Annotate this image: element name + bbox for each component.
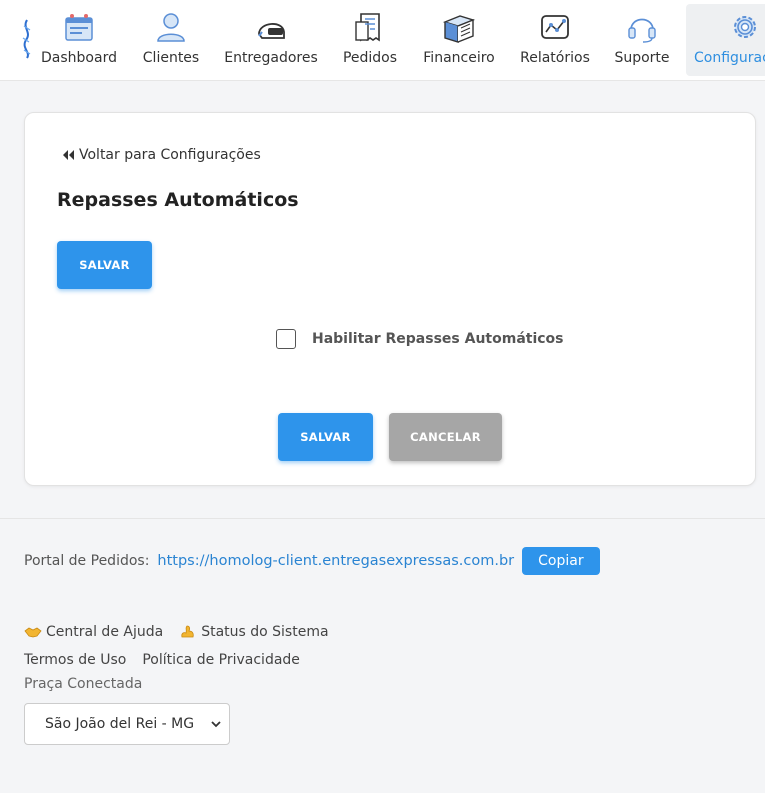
flexed-biceps-icon (181, 625, 194, 638)
double-chevron-left-icon (63, 150, 74, 160)
copy-url-button[interactable]: Copiar (522, 547, 600, 575)
order-portal-row: Portal de Pedidos: https://homolog-clien… (24, 547, 600, 575)
nav-relatorios[interactable]: Relatórios (514, 4, 596, 76)
user-icon (157, 13, 185, 42)
enable-auto-transfer-label: Habilitar Repasses Automáticos (312, 331, 564, 347)
chevron-down-icon (211, 721, 221, 728)
nav-entregadores[interactable]: Entregadores (218, 4, 324, 76)
order-portal-link[interactable]: https://homolog-client.entregasexpressas… (157, 553, 514, 569)
order-portal-label: Portal de Pedidos: (24, 553, 150, 569)
nav-label: Financeiro (423, 50, 495, 66)
back-link-label: Voltar para Configurações (79, 147, 261, 163)
chart-icon (541, 15, 569, 39)
connected-area-select[interactable]: São João del Rei - MG (24, 703, 230, 745)
nav-label: Pedidos (342, 50, 398, 66)
nav-financeiro[interactable]: Financeiro (416, 4, 502, 76)
help-center-label: Central de Ajuda (46, 624, 164, 640)
receipt-icon (355, 13, 380, 42)
connected-area-label: Praça Conectada (24, 676, 143, 692)
legal-links: Termos de Uso Política de Privacidade (24, 652, 316, 668)
help-center-link[interactable]: Central de Ajuda (24, 624, 163, 640)
nav-clientes[interactable]: Clientes (134, 4, 208, 76)
nav-label: Entregadores (224, 50, 318, 66)
help-links: Central de Ajuda Status do Sistema (24, 624, 345, 640)
gear-icon (734, 16, 756, 38)
terms-link[interactable]: Termos de Uso (24, 652, 126, 668)
nav-label: Configurações (694, 50, 765, 66)
enable-auto-transfer-checkbox[interactable] (276, 329, 296, 349)
system-status-label: Status do Sistema (201, 624, 329, 640)
nav-configuracoes[interactable]: Configurações (686, 4, 765, 76)
nav-label: Suporte (614, 50, 670, 66)
headset-icon (628, 18, 656, 43)
save-button[interactable]: SALVAR (278, 413, 373, 461)
privacy-link[interactable]: Política de Privacidade (142, 652, 300, 668)
nav-label: Dashboard (41, 50, 117, 66)
nav-label: Relatórios (520, 50, 590, 66)
system-status-link[interactable]: Status do Sistema (179, 624, 329, 640)
enable-auto-transfer-row: Habilitar Repasses Automáticos (276, 329, 564, 349)
handshake-icon (24, 627, 42, 638)
books-icon (442, 15, 476, 43)
cancel-button[interactable]: CANCELAR (389, 413, 502, 461)
footer-divider (0, 518, 765, 519)
settings-card: Voltar para Configurações Repasses Autom… (24, 112, 756, 486)
brand-logo[interactable] (20, 18, 34, 60)
nav-label: Clientes (142, 50, 200, 66)
connected-area-value: São João del Rei - MG (45, 716, 195, 732)
page-title: Repasses Automáticos (57, 189, 299, 211)
back-to-settings-link[interactable]: Voltar para Configurações (61, 147, 261, 163)
nav-dashboard[interactable]: Dashboard (36, 4, 122, 76)
helmet-icon (258, 23, 285, 39)
top-navigation: Dashboard Clientes Entregadores Pedidos (0, 0, 765, 81)
nav-pedidos[interactable]: Pedidos (336, 4, 404, 76)
save-button-top[interactable]: SALVAR (57, 241, 152, 289)
nav-suporte[interactable]: Suporte (606, 4, 678, 76)
dashboard-icon (65, 14, 93, 41)
